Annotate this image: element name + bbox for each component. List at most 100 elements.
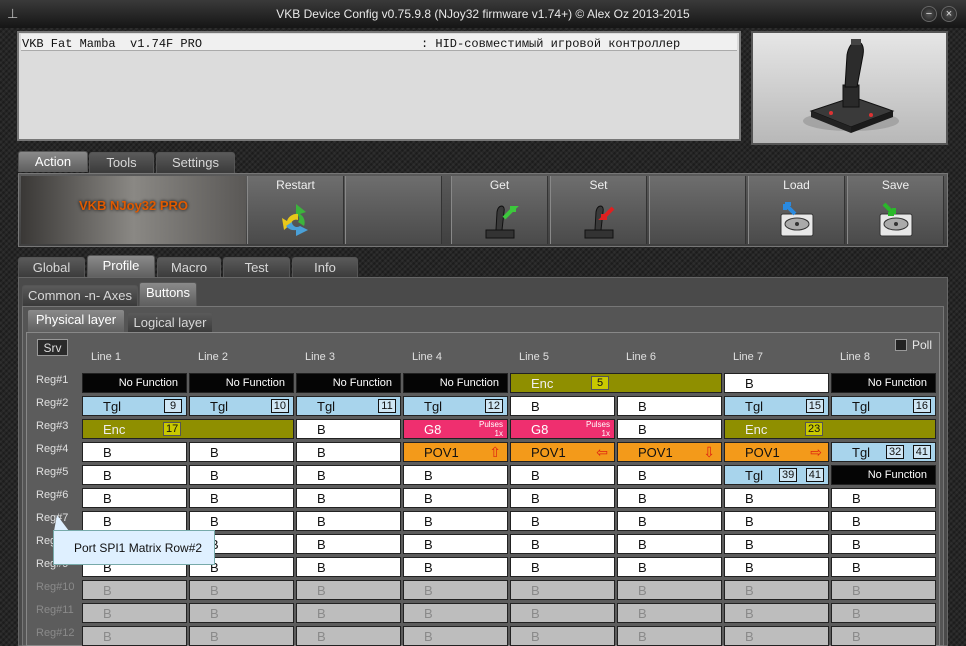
matrix-cell-reg5-line7[interactable]: Tgl 39 41 [724, 465, 829, 485]
device-info-row[interactable]: VKB Fat Mamba v1.74F PRO : HID-совместим… [21, 34, 737, 51]
matrix-cell-reg10-line6[interactable]: B [617, 580, 722, 600]
matrix-cell-reg3-line5[interactable]: G8 Pulses 1x [510, 419, 615, 439]
tab-logical-layer[interactable]: Logical layer [127, 312, 213, 333]
matrix-cell-reg4-line3[interactable]: B [296, 442, 401, 462]
get-button[interactable]: Get [451, 176, 548, 244]
matrix-cell-reg5-line2[interactable]: B [189, 465, 294, 485]
matrix-cell-reg7-line3[interactable]: B [296, 511, 401, 531]
device-info-box[interactable]: VKB Fat Mamba v1.74F PRO : HID-совместим… [17, 31, 741, 141]
matrix-cell-reg5-line5[interactable]: B [510, 465, 615, 485]
matrix-cell-reg4-line8[interactable]: Tgl 32 41 [831, 442, 936, 462]
matrix-cell-reg5-line8[interactable]: No Function [831, 465, 936, 485]
matrix-cell-reg4-line5[interactable]: POV1 ⇦ [510, 442, 615, 462]
tab-settings[interactable]: Settings [156, 152, 235, 173]
matrix-cell-reg9-line6[interactable]: B [617, 557, 722, 577]
set-button[interactable]: Set [550, 176, 647, 244]
matrix-cell-reg12-line2[interactable]: B [189, 626, 294, 646]
matrix-cell-reg6-line3[interactable]: B [296, 488, 401, 508]
tab-tools[interactable]: Tools [89, 152, 154, 173]
matrix-cell-reg6-line2[interactable]: B [189, 488, 294, 508]
close-button[interactable]: × [941, 6, 957, 22]
matrix-cell-reg6-line1[interactable]: B [82, 488, 187, 508]
matrix-cell-reg11-line7[interactable]: B [724, 603, 829, 623]
tab-physical-layer[interactable]: Physical layer [27, 309, 125, 333]
matrix-cell-reg4-line6[interactable]: POV1 ⇩ [617, 442, 722, 462]
matrix-cell-reg12-line8[interactable]: B [831, 626, 936, 646]
matrix-cell-reg3-line3[interactable]: B [296, 419, 401, 439]
matrix-cell-reg2-line5[interactable]: B [510, 396, 615, 416]
poll-checkbox[interactable] [895, 339, 907, 351]
matrix-cell-reg2-line4[interactable]: Tgl 12 [403, 396, 508, 416]
matrix-cell-reg5-line3[interactable]: B [296, 465, 401, 485]
matrix-cell-reg11-line2[interactable]: B [189, 603, 294, 623]
matrix-cell-reg11-line8[interactable]: B [831, 603, 936, 623]
matrix-cell-reg7-line8[interactable]: B [831, 511, 936, 531]
load-button[interactable]: Load [748, 176, 845, 244]
matrix-cell-reg8-line5[interactable]: B [510, 534, 615, 554]
matrix-cell-reg1-line1[interactable]: No Function [82, 373, 187, 393]
matrix-cell-reg12-line3[interactable]: B [296, 626, 401, 646]
matrix-cell-reg8-line4[interactable]: B [403, 534, 508, 554]
matrix-cell-reg10-line3[interactable]: B [296, 580, 401, 600]
matrix-cell-reg7-line7[interactable]: B [724, 511, 829, 531]
matrix-cell-reg8-line3[interactable]: B [296, 534, 401, 554]
tab-macro[interactable]: Macro [157, 257, 221, 278]
matrix-cell-reg12-line6[interactable]: B [617, 626, 722, 646]
matrix-cell-reg11-line6[interactable]: B [617, 603, 722, 623]
matrix-cell-reg10-line5[interactable]: B [510, 580, 615, 600]
matrix-cell-reg2-line1[interactable]: Tgl 9 [82, 396, 187, 416]
matrix-cell-reg8-line7[interactable]: B [724, 534, 829, 554]
matrix-cell-reg10-line8[interactable]: B [831, 580, 936, 600]
matrix-cell-reg3-line1[interactable]: Enc 17 [82, 419, 294, 439]
matrix-cell-reg11-line4[interactable]: B [403, 603, 508, 623]
matrix-cell-reg4-line1[interactable]: B [82, 442, 187, 462]
tab-test[interactable]: Test [223, 257, 290, 278]
tab-buttons[interactable]: Buttons [139, 282, 197, 306]
matrix-cell-reg11-line3[interactable]: B [296, 603, 401, 623]
tab-common-axes[interactable]: Common -n- Axes [22, 285, 138, 306]
matrix-cell-reg9-line7[interactable]: B [724, 557, 829, 577]
matrix-cell-reg6-line7[interactable]: B [724, 488, 829, 508]
matrix-cell-reg4-line2[interactable]: B [189, 442, 294, 462]
matrix-cell-reg10-line7[interactable]: B [724, 580, 829, 600]
matrix-cell-reg10-line1[interactable]: B [82, 580, 187, 600]
matrix-cell-reg10-line2[interactable]: B [189, 580, 294, 600]
tab-info[interactable]: Info [292, 257, 358, 278]
restart-button[interactable]: Restart [247, 176, 344, 244]
matrix-cell-reg12-line5[interactable]: B [510, 626, 615, 646]
matrix-cell-reg1-line7[interactable]: B [724, 373, 829, 393]
tab-profile[interactable]: Profile [87, 255, 155, 278]
matrix-cell-reg9-line3[interactable]: B [296, 557, 401, 577]
matrix-cell-reg2-line8[interactable]: Tgl 16 [831, 396, 936, 416]
matrix-cell-reg1-line4[interactable]: No Function [403, 373, 508, 393]
matrix-cell-reg6-line5[interactable]: B [510, 488, 615, 508]
matrix-cell-reg2-line3[interactable]: Tgl 11 [296, 396, 401, 416]
matrix-cell-reg11-line5[interactable]: B [510, 603, 615, 623]
matrix-cell-reg9-line5[interactable]: B [510, 557, 615, 577]
matrix-cell-reg11-line1[interactable]: B [82, 603, 187, 623]
matrix-cell-reg3-line6[interactable]: B [617, 419, 722, 439]
matrix-cell-reg5-line6[interactable]: B [617, 465, 722, 485]
matrix-cell-reg1-line8[interactable]: No Function [831, 373, 936, 393]
matrix-cell-reg4-line4[interactable]: POV1 ⇧ [403, 442, 508, 462]
matrix-cell-reg3-line4[interactable]: G8 Pulses 1x [403, 419, 508, 439]
matrix-cell-reg8-line6[interactable]: B [617, 534, 722, 554]
matrix-cell-reg3-line7[interactable]: Enc 23 [724, 419, 936, 439]
tab-action[interactable]: Action [18, 151, 88, 172]
tab-global[interactable]: Global [18, 257, 85, 278]
matrix-cell-reg2-line6[interactable]: B [617, 396, 722, 416]
matrix-cell-reg12-line1[interactable]: B [82, 626, 187, 646]
matrix-cell-reg6-line8[interactable]: B [831, 488, 936, 508]
matrix-cell-reg8-line8[interactable]: B [831, 534, 936, 554]
matrix-cell-reg7-line5[interactable]: B [510, 511, 615, 531]
matrix-cell-reg7-line1[interactable]: B [82, 511, 187, 531]
srv-button[interactable]: Srv [37, 339, 68, 356]
matrix-cell-reg12-line4[interactable]: B [403, 626, 508, 646]
matrix-cell-reg1-line5[interactable]: Enc 5 [510, 373, 722, 393]
save-button[interactable]: Save [847, 176, 944, 244]
matrix-cell-reg9-line8[interactable]: B [831, 557, 936, 577]
matrix-cell-reg10-line4[interactable]: B [403, 580, 508, 600]
minimize-button[interactable]: − [921, 6, 937, 22]
matrix-cell-reg5-line4[interactable]: B [403, 465, 508, 485]
matrix-cell-reg9-line4[interactable]: B [403, 557, 508, 577]
